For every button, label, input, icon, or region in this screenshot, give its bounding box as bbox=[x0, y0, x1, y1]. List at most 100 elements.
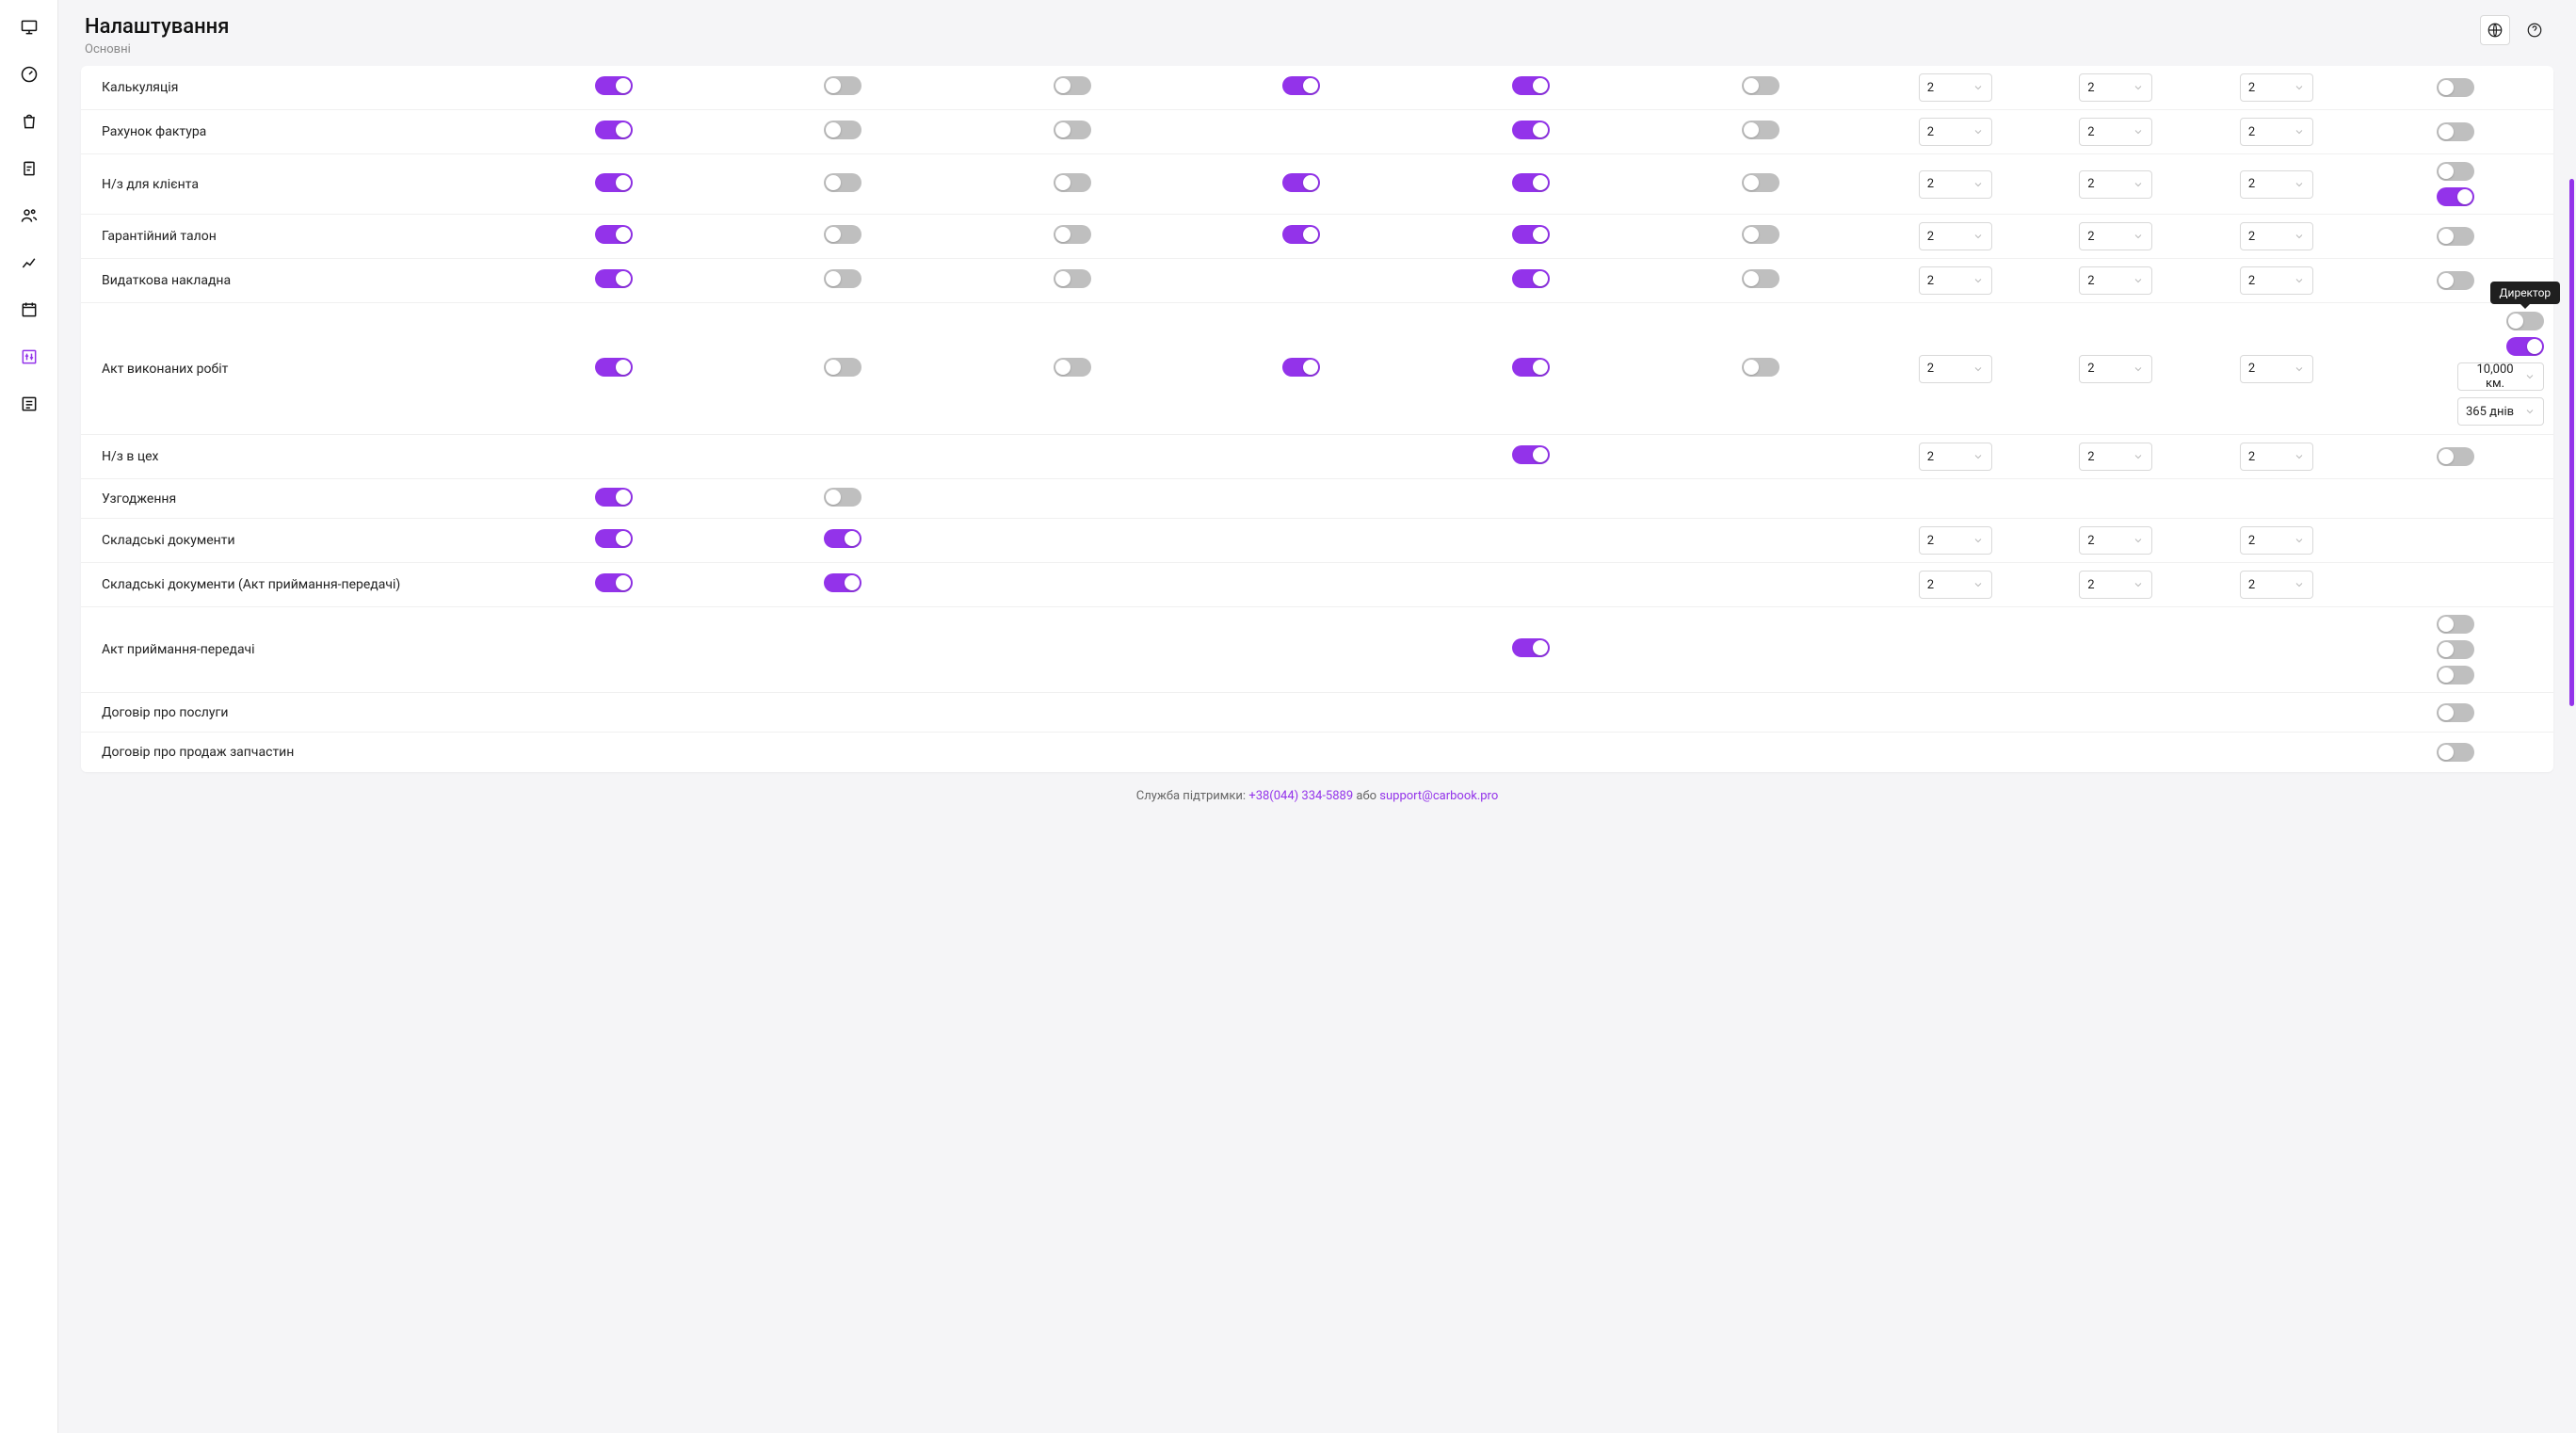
select-r0-c0[interactable]: 2 bbox=[1919, 73, 1992, 102]
toggle-r3-c2[interactable] bbox=[1054, 225, 1091, 244]
toggle-r2-c4[interactable] bbox=[1512, 173, 1550, 192]
toggle-r4-c1[interactable] bbox=[824, 269, 861, 288]
toggle-r2-c2[interactable] bbox=[1054, 173, 1091, 192]
toggle-r1-c2[interactable] bbox=[1054, 121, 1091, 139]
select-r4-c0[interactable]: 2 bbox=[1919, 266, 1992, 295]
sidebar-monitor[interactable] bbox=[15, 13, 43, 41]
extra-toggle-r4-0[interactable] bbox=[2437, 271, 2474, 290]
toggle-r3-c5[interactable] bbox=[1742, 225, 1779, 244]
extra-toggle-r12-0[interactable] bbox=[2437, 743, 2474, 762]
toggle-r0-c4[interactable] bbox=[1512, 76, 1550, 95]
sidebar-bag[interactable] bbox=[15, 107, 43, 136]
toggle-r3-c4[interactable] bbox=[1512, 225, 1550, 244]
toggle-r5-c2[interactable] bbox=[1054, 358, 1091, 377]
extra-toggle-r2-0[interactable] bbox=[2437, 162, 2474, 181]
sidebar-list[interactable] bbox=[15, 390, 43, 418]
toggle-r4-c2[interactable] bbox=[1054, 269, 1091, 288]
select-r5-c0[interactable]: 2 bbox=[1919, 355, 1992, 383]
extra-toggle-r5-0[interactable] bbox=[2506, 312, 2544, 330]
extra-toggle-r5-1[interactable] bbox=[2506, 337, 2544, 356]
toggle-r3-c3[interactable] bbox=[1282, 225, 1320, 244]
select-r1-c1[interactable]: 2 bbox=[2079, 118, 2152, 146]
select-r2-c0[interactable]: 2 bbox=[1919, 170, 1992, 199]
extra-toggle-r10-2[interactable] bbox=[2437, 666, 2474, 684]
select-r9-c2[interactable]: 2 bbox=[2240, 571, 2313, 599]
select-r1-c2[interactable]: 2 bbox=[2240, 118, 2313, 146]
toggle-r1-c4[interactable] bbox=[1512, 121, 1550, 139]
select-r6-c1[interactable]: 2 bbox=[2079, 443, 2152, 471]
select-r3-c0[interactable]: 2 bbox=[1919, 222, 1992, 250]
globe-button[interactable] bbox=[2480, 15, 2510, 45]
select-r6-c2[interactable]: 2 bbox=[2240, 443, 2313, 471]
select-r5-c2[interactable]: 2 bbox=[2240, 355, 2313, 383]
select-r9-c1[interactable]: 2 bbox=[2079, 571, 2152, 599]
select-r2-c1[interactable]: 2 bbox=[2079, 170, 2152, 199]
select-r6-c0[interactable]: 2 bbox=[1919, 443, 1992, 471]
toggle-r2-c5[interactable] bbox=[1742, 173, 1779, 192]
extra-sel-km[interactable]: 10,000 км. bbox=[2457, 362, 2544, 391]
select-r9-c0[interactable]: 2 bbox=[1919, 571, 1992, 599]
toggle-r9-c1[interactable] bbox=[824, 573, 861, 592]
toggle-r5-c5[interactable] bbox=[1742, 358, 1779, 377]
footer-email[interactable]: support@carbook.pro bbox=[1379, 789, 1498, 803]
sidebar-clipboard[interactable] bbox=[15, 154, 43, 183]
select-r0-c2[interactable]: 2 bbox=[2240, 73, 2313, 102]
sidebar-gauge[interactable] bbox=[15, 60, 43, 89]
toggle-r8-c1[interactable] bbox=[824, 529, 861, 548]
toggle-r4-c5[interactable] bbox=[1742, 269, 1779, 288]
select-r5-c1[interactable]: 2 bbox=[2079, 355, 2152, 383]
toggle-r2-c3[interactable] bbox=[1282, 173, 1320, 192]
extra-sel-days[interactable]: 365 днів bbox=[2457, 397, 2544, 426]
extra-toggle-r6-0[interactable] bbox=[2437, 447, 2474, 466]
help-button[interactable] bbox=[2520, 15, 2550, 45]
toggle-r4-c0[interactable] bbox=[595, 269, 633, 288]
sidebar-users[interactable] bbox=[15, 201, 43, 230]
extra-toggle-r10-0[interactable] bbox=[2437, 615, 2474, 634]
footer-phone[interactable]: +38(044) 334-5889 bbox=[1248, 789, 1353, 803]
scrollbar-thumb[interactable] bbox=[2569, 179, 2574, 706]
select-r2-c2[interactable]: 2 bbox=[2240, 170, 2313, 199]
select-r3-c2[interactable]: 2 bbox=[2240, 222, 2313, 250]
toggle-r2-c1[interactable] bbox=[824, 173, 861, 192]
select-r8-c1[interactable]: 2 bbox=[2079, 526, 2152, 555]
toggle-r1-c1[interactable] bbox=[824, 121, 861, 139]
toggle-r8-c0[interactable] bbox=[595, 529, 633, 548]
toggle-r0-c1[interactable] bbox=[824, 76, 861, 95]
toggle-r3-c1[interactable] bbox=[824, 225, 861, 244]
toggle-r7-c0[interactable] bbox=[595, 488, 633, 507]
select-r8-c0[interactable]: 2 bbox=[1919, 526, 1992, 555]
toggle-r10-c4[interactable] bbox=[1512, 638, 1550, 657]
toggle-r6-c4[interactable] bbox=[1512, 445, 1550, 464]
extra-toggle-r3-0[interactable] bbox=[2437, 227, 2474, 246]
toggle-r0-c5[interactable] bbox=[1742, 76, 1779, 95]
sidebar-calendar[interactable] bbox=[15, 296, 43, 324]
sidebar-chart[interactable] bbox=[15, 249, 43, 277]
select-r4-c1[interactable]: 2 bbox=[2079, 266, 2152, 295]
select-r3-c1[interactable]: 2 bbox=[2079, 222, 2152, 250]
sidebar-tune[interactable] bbox=[15, 343, 43, 371]
toggle-r5-c4[interactable] bbox=[1512, 358, 1550, 377]
toggle-r0-c2[interactable] bbox=[1054, 76, 1091, 95]
toggle-r4-c4[interactable] bbox=[1512, 269, 1550, 288]
toggle-r7-c1[interactable] bbox=[824, 488, 861, 507]
extra-toggle-r11-0[interactable] bbox=[2437, 703, 2474, 722]
extra-toggle-r2-1[interactable] bbox=[2437, 187, 2474, 206]
extra-toggle-r0-0[interactable] bbox=[2437, 78, 2474, 97]
toggle-r5-c3[interactable] bbox=[1282, 358, 1320, 377]
toggle-r2-c0[interactable] bbox=[595, 173, 633, 192]
toggle-r1-c5[interactable] bbox=[1742, 121, 1779, 139]
toggle-r1-c0[interactable] bbox=[595, 121, 633, 139]
select-r0-c1[interactable]: 2 bbox=[2079, 73, 2152, 102]
table-row: Складські документи (Акт приймання-перед… bbox=[81, 563, 2553, 607]
extra-toggle-r10-1[interactable] bbox=[2437, 640, 2474, 659]
toggle-r0-c3[interactable] bbox=[1282, 76, 1320, 95]
toggle-r5-c0[interactable] bbox=[595, 358, 633, 377]
toggle-r9-c0[interactable] bbox=[595, 573, 633, 592]
select-r8-c2[interactable]: 2 bbox=[2240, 526, 2313, 555]
select-r4-c2[interactable]: 2 bbox=[2240, 266, 2313, 295]
toggle-r5-c1[interactable] bbox=[824, 358, 861, 377]
select-r1-c0[interactable]: 2 bbox=[1919, 118, 1992, 146]
extra-toggle-r1-0[interactable] bbox=[2437, 122, 2474, 141]
toggle-r0-c0[interactable] bbox=[595, 76, 633, 95]
toggle-r3-c0[interactable] bbox=[595, 225, 633, 244]
